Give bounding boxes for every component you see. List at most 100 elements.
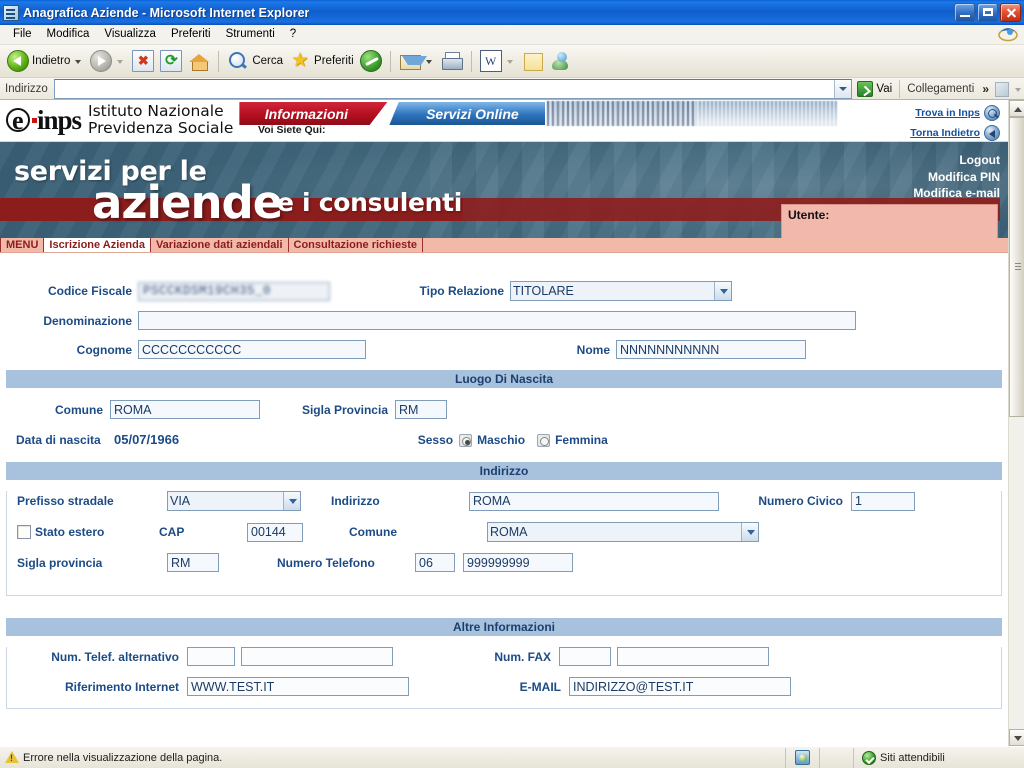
menu-item-preferiti[interactable]: Preferiti [164, 27, 219, 42]
page-vertical-scrollbar[interactable] [1008, 100, 1024, 746]
tipo-relazione-label: Tipo Relazione [419, 284, 504, 298]
find-in-inps-link[interactable]: Trova in Inps [910, 105, 1000, 121]
comune-nascita-label: Comune [55, 402, 103, 417]
nav-item-menu[interactable]: MENU [0, 238, 45, 252]
menu-item-strumenti[interactable]: Strumenti [219, 27, 283, 42]
riferimento-internet-input[interactable] [187, 677, 409, 696]
sesso-maschio-label[interactable]: Maschio [477, 433, 525, 447]
chevron-down-icon[interactable] [1015, 87, 1021, 92]
address-dropdown-button[interactable] [834, 79, 852, 98]
telefono-alternativo-prefisso-input[interactable] [187, 647, 235, 666]
tipo-relazione-select-wrapper[interactable]: TITOLARE [510, 281, 732, 301]
banner-line-3: e i consulenti [277, 188, 463, 217]
address-input[interactable] [54, 80, 835, 97]
prefisso-stradale-select-wrapper[interactable]: VIA [167, 491, 301, 511]
warning-icon[interactable] [5, 751, 19, 764]
stato-estero-label[interactable]: Stato estero [35, 525, 104, 539]
scroll-up-button[interactable] [1009, 100, 1024, 117]
forward-button[interactable] [87, 47, 129, 75]
status-ie-cell[interactable] [786, 747, 820, 768]
telefono-numero-input[interactable] [463, 553, 573, 572]
messenger-icon [550, 50, 572, 72]
modifica-email-link[interactable]: Modifica e-mail [913, 185, 1000, 202]
chevron-down-icon[interactable] [75, 60, 82, 64]
application-nav-menu: MENU Iscrizione Azienda Variazione dati … [0, 238, 1008, 253]
codice-fiscale-input[interactable]: PSCCKDSM19CH35_0 [138, 281, 330, 301]
links-item-icon[interactable] [993, 80, 1013, 98]
comune-nascita-input[interactable] [110, 400, 260, 419]
sesso-maschio-radio[interactable] [459, 433, 473, 447]
window-titlebar[interactable]: Anagrafica Aziende - Microsoft Internet … [0, 0, 1024, 25]
sesso-femmina-radio[interactable] [537, 433, 551, 447]
section-body-indirizzo: Prefisso stradale VIA Indirizzo Numero C… [6, 491, 1002, 596]
sigla-provincia-nascita-input[interactable] [395, 400, 447, 419]
menu-item-file[interactable]: File [6, 27, 40, 42]
denominazione-input[interactable] [138, 311, 856, 330]
cognome-input[interactable] [138, 340, 366, 359]
sigla-provincia-indirizzo-input[interactable] [167, 553, 219, 572]
chevron-down-icon[interactable] [506, 60, 513, 64]
status-spacer-cell [820, 747, 854, 768]
forward-arrow-icon [90, 50, 113, 72]
nav-filler [423, 238, 1008, 252]
links-overflow-icon[interactable]: » [978, 82, 993, 96]
fax-prefisso-input[interactable] [559, 647, 611, 666]
print-button[interactable] [438, 47, 466, 75]
comune-indirizzo-label: Comune [349, 525, 397, 539]
stop-button[interactable] [129, 47, 157, 75]
menu-item-modifica[interactable]: Modifica [40, 27, 98, 42]
cap-input[interactable] [247, 522, 303, 542]
numero-civico-input[interactable] [851, 491, 915, 511]
stato-estero-checkbox[interactable] [17, 525, 31, 539]
menu-item-visualizza[interactable]: Visualizza [97, 27, 164, 42]
comune-indirizzo-select[interactable]: ROMA [487, 522, 759, 542]
search-button[interactable]: Cerca [224, 47, 286, 75]
edit-button[interactable] [477, 47, 519, 75]
close-icon[interactable] [1000, 3, 1021, 22]
security-zone-cell[interactable]: Siti attendibili [854, 748, 1024, 768]
minimize-button[interactable] [954, 3, 975, 22]
modifica-pin-link[interactable]: Modifica PIN [913, 169, 1000, 186]
indirizzo-input[interactable] [469, 491, 719, 511]
row-cognome-nome: Cognome Nome [0, 340, 1008, 359]
nav-item-consultazione-richieste[interactable]: Consultazione richieste [289, 238, 423, 252]
logout-link[interactable]: Logout [913, 152, 1000, 169]
scrollbar-track[interactable] [1009, 417, 1024, 729]
prefisso-stradale-select[interactable]: VIA [167, 491, 301, 511]
mail-button[interactable] [396, 47, 438, 75]
favorites-button[interactable]: Preferiti [286, 47, 357, 75]
back-button[interactable]: Indietro [4, 47, 87, 75]
scroll-down-button[interactable] [1009, 729, 1024, 746]
section-header-altre-informazioni: Altre Informazioni [6, 618, 1002, 636]
fax-numero-input[interactable] [617, 647, 769, 666]
scrollbar-thumb[interactable] [1009, 117, 1024, 417]
links-label[interactable]: Collegamenti [900, 83, 978, 95]
history-button[interactable] [357, 47, 385, 75]
sesso-label: Sesso [417, 433, 454, 447]
nav-item-variazione-dati-aziendali[interactable]: Variazione dati aziendali [151, 238, 289, 252]
search-label: Cerca [252, 55, 284, 67]
email-input[interactable] [569, 677, 791, 696]
notes-button[interactable] [519, 47, 547, 75]
address-input-wrapper[interactable] [53, 78, 853, 99]
go-back-link[interactable]: Torna Indietro [910, 125, 1000, 141]
sesso-femmina-label[interactable]: Femmina [555, 433, 608, 447]
tab-servizi-online[interactable]: Servizi Online [389, 102, 546, 125]
ie-document-icon [3, 4, 19, 21]
refresh-button[interactable] [157, 47, 185, 75]
messenger-button[interactable] [547, 47, 575, 75]
inps-logo[interactable]: e inps [4, 100, 84, 140]
home-button[interactable] [185, 47, 213, 75]
comune-indirizzo-select-wrapper[interactable]: ROMA [487, 522, 759, 542]
telefono-prefisso-input[interactable] [415, 553, 455, 572]
tipo-relazione-select[interactable]: TITOLARE [510, 281, 732, 301]
maximize-button[interactable] [977, 3, 998, 22]
chevron-down-icon[interactable] [117, 60, 124, 64]
row-prefisso-indirizzo: Prefisso stradale VIA Indirizzo Numero C… [7, 491, 1001, 511]
menu-item-help[interactable]: ? [283, 27, 304, 42]
tab-informazioni[interactable]: Informazioni [239, 102, 388, 125]
telefono-alternativo-numero-input[interactable] [241, 647, 393, 666]
go-button[interactable]: Vai [852, 80, 899, 97]
nav-item-iscrizione-azienda[interactable]: Iscrizione Azienda [44, 238, 151, 252]
nome-input[interactable] [616, 340, 806, 359]
